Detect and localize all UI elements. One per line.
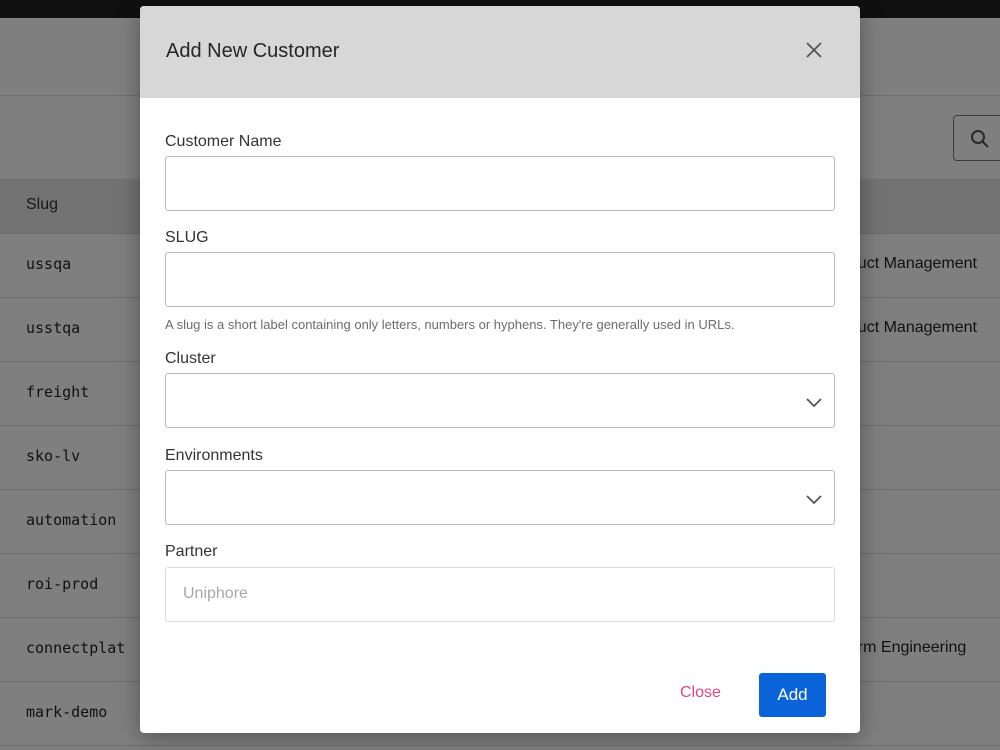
modal-close-button[interactable] (800, 36, 828, 64)
slug-help-text: A slug is a short label containing only … (165, 317, 735, 332)
partner-input[interactable]: Uniphore (165, 567, 835, 622)
environments-label: Environments (165, 447, 263, 464)
modal-header: Add New Customer (140, 6, 860, 98)
chevron-down-icon (806, 395, 822, 413)
add-customer-modal: Add New Customer Customer Name SLUG A sl… (140, 6, 860, 733)
chevron-down-icon (806, 492, 822, 510)
customer-name-input[interactable] (165, 156, 835, 211)
slug-input[interactable] (165, 252, 835, 307)
add-button[interactable]: Add (759, 673, 826, 717)
cluster-label: Cluster (165, 350, 216, 367)
customer-name-label: Customer Name (165, 133, 282, 150)
close-button[interactable]: Close (680, 684, 721, 702)
environments-select[interactable] (165, 470, 835, 525)
modal-title: Add New Customer (166, 40, 340, 62)
cluster-select[interactable] (165, 373, 835, 428)
partner-label: Partner (165, 543, 218, 560)
slug-label: SLUG (165, 229, 209, 246)
partner-placeholder: Uniphore (183, 585, 248, 602)
